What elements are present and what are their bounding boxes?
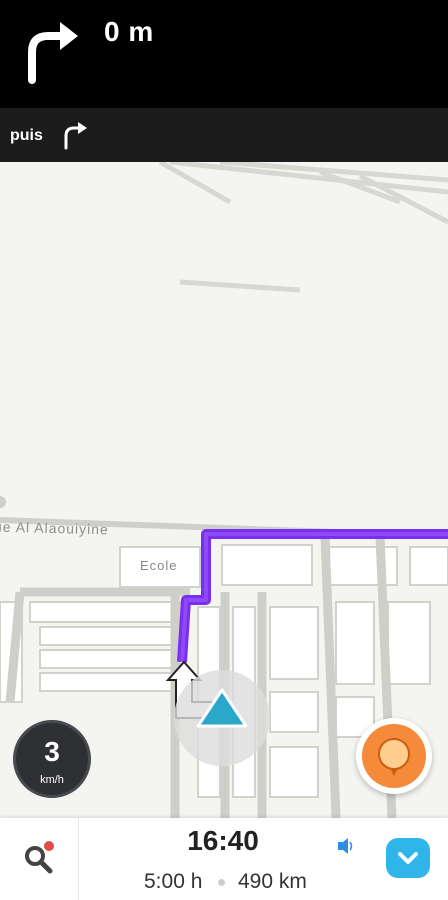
next-instruction-label: puis [10,127,43,144]
turn-right-arrow-icon [28,22,78,84]
report-button-fill [362,724,426,788]
speed-unit: km/h [40,774,64,786]
trip-duration: 5:00 h [144,870,203,893]
speed-value: 3 [44,736,60,767]
search-icon [25,841,54,874]
chevron-down-icon [398,852,418,864]
sound-icon[interactable] [334,835,356,857]
street-label: ue Al Alaouiyine [0,518,110,538]
report-button[interactable] [356,718,432,794]
report-pin-icon [378,738,410,776]
menu-button[interactable] [386,838,430,878]
speedometer[interactable]: 3 km/h [13,720,91,798]
trip-distance: 490 km [238,870,307,893]
search-button[interactable] [0,818,79,900]
arrival-time[interactable]: 16:40 [150,825,296,857]
separator-dot [218,879,225,886]
turn-right-arrow-icon [64,122,87,150]
instruction-distance: 0 m [104,16,154,47]
poi-label: Ecole [140,558,178,573]
